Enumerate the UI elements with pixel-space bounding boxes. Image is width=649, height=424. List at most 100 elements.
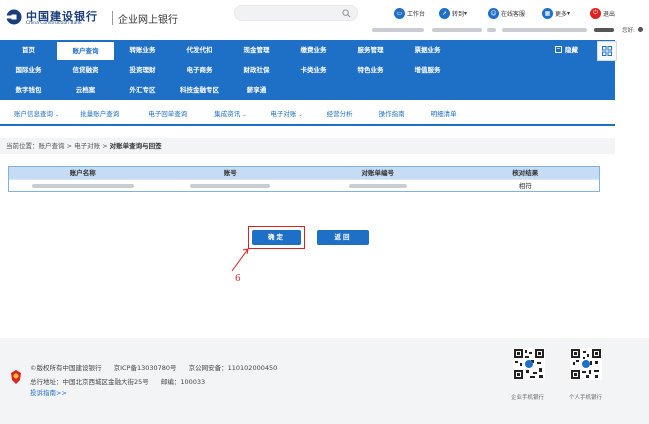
masked-text (372, 28, 424, 32)
search-input[interactable] (234, 5, 358, 21)
subnav-e-reconciliation[interactable]: 电子对账 ⌄ (270, 108, 302, 118)
collapse-label: 隐藏 (565, 46, 578, 54)
subnav-business-analysis[interactable]: 经营分析 (327, 108, 353, 118)
ccb-logo-icon (6, 9, 22, 25)
nav-row-1: 首页 账户查询 转账业务 代发代扣 现金管理 缴费业务 服务管理 票据业务 (0, 40, 456, 60)
masked-text (432, 28, 482, 32)
subnav-account-info[interactable]: 账户信息查询 ⌄ (14, 108, 59, 118)
menu-grid-button[interactable] (597, 41, 617, 61)
goto-button[interactable]: ➚ 转到 ▾ (439, 5, 467, 21)
reconciliation-table: 账户名称 账号 对账单编号 核对结果 相符 (8, 166, 600, 192)
subnav-guide[interactable]: 操作指南 (379, 108, 405, 118)
table-row[interactable]: 相符 (9, 179, 599, 191)
chevron-down-icon: ⌄ (298, 111, 303, 118)
qr-code-icon (513, 348, 545, 380)
nav-item-cards[interactable]: 卡类业务 (285, 60, 342, 80)
collapse-icon: − (555, 45, 562, 53)
copyright: ©版权所有中国建设银行 (30, 364, 102, 372)
table-header: 账户名称 账号 对账单编号 核对结果 (9, 167, 599, 179)
police-record: 京公网安备：110102000450 (188, 364, 278, 372)
online-service-button[interactable]: ☺ 在线客服 (488, 5, 525, 21)
more-button[interactable]: ▦ 更多 ▾ (542, 5, 570, 21)
nav-item-salary[interactable]: 薪享通 (228, 80, 285, 100)
nav-row-2: 国际业务 信贷融资 投资理财 电子商务 财政社保 卡类业务 特色业务 增值服务 (0, 60, 456, 80)
more-label: 更多 (555, 10, 568, 18)
header-divider (112, 11, 113, 25)
col-statement-number: 对账单编号 (361, 169, 395, 177)
footer-line-2: 总行地址：中国北京西城区金融大街25号 邮编：100033 (30, 376, 205, 386)
subnav-label: 账户信息查询 (14, 109, 53, 118)
user-info: 您好: (372, 26, 645, 34)
qr-label-personal: 个人手机银行 (569, 395, 603, 401)
subnav-label: 电子对账 (270, 109, 297, 118)
bank-name-en: China Construction Bank (26, 21, 82, 26)
chevron-down-icon: ⌄ (55, 111, 60, 118)
workbench-button[interactable]: ▭ 工作台 (394, 5, 425, 21)
sub-nav: 账户信息查询 ⌄ 批量账户查询 电子回单查询 集成资讯 ⌄ 电子对账 ⌄ 经营分析 操… (0, 101, 615, 126)
nav-item-account-query[interactable]: 账户查询 (57, 40, 114, 60)
nav-item-bill-payment[interactable]: 缴费业务 (285, 40, 342, 60)
nav-item-international[interactable]: 国际业务 (0, 60, 57, 80)
masked-text (502, 28, 587, 32)
nav-item-credit[interactable]: 信贷融资 (57, 60, 114, 80)
police-emblem-icon (11, 370, 21, 384)
search-icon[interactable] (342, 9, 351, 18)
nav-item-service-management[interactable]: 服务管理 (342, 40, 399, 60)
footer: ©版权所有中国建设银行 京ICP备13030780号 京公网安备：1101020… (0, 338, 649, 424)
nav-item-featured[interactable]: 特色业务 (342, 60, 399, 80)
nav-item-social-security[interactable]: 财政社保 (228, 60, 285, 80)
annotation-number: 6 (235, 274, 241, 284)
collapse-button[interactable]: − 隐藏 (555, 44, 578, 54)
subnav-e-receipt[interactable]: 电子回单查询 (148, 108, 187, 118)
grid-icon (602, 46, 612, 56)
footer-line-1: ©版权所有中国建设银行 京ICP备13030780号 京公网安备：1101020… (30, 362, 277, 372)
nav-item-tech-finance[interactable]: 科技金融专区 (171, 80, 228, 100)
masked-text (487, 28, 496, 32)
nav-row-3: 数字钱包 云档案 外汇专区 科技金融专区 薪享通 (0, 80, 285, 100)
qr-label-enterprise: 企业手机银行 (511, 395, 545, 401)
nav-item-home[interactable]: 首页 (0, 40, 57, 60)
subnav-detail-list[interactable]: 明细清单 (431, 108, 457, 118)
service-icon: ☺ (488, 7, 499, 19)
breadcrumb-path: 当前位置：账户查询 > 电子对账 > (6, 142, 110, 150)
more-icon: ▦ (542, 7, 553, 19)
masked-text (594, 28, 614, 32)
desk-icon: ▭ (394, 7, 405, 19)
col-account-name: 账户名称 (69, 169, 96, 177)
complaint-link[interactable]: 投诉指南>> (30, 387, 67, 397)
masked-text (348, 184, 407, 188)
power-icon: ⏻ (590, 7, 601, 19)
nav-item-forex[interactable]: 外汇专区 (114, 80, 171, 100)
nav-item-investment[interactable]: 投资理财 (114, 60, 171, 80)
account-number-cell (157, 180, 305, 191)
nav-item-transfer[interactable]: 转账业务 (114, 40, 171, 60)
product-name: 企业网上银行 (118, 15, 178, 26)
nav-item-cloud-archive[interactable]: 云档案 (57, 80, 114, 100)
nav-item-payroll[interactable]: 代发代扣 (171, 40, 228, 60)
chevron-down-icon: ▾ (464, 9, 468, 17)
account-name-cell (9, 180, 157, 191)
nav-item-cash-management[interactable]: 现金管理 (228, 40, 285, 60)
subnav-batch-query[interactable]: 批量账户查询 (80, 108, 119, 118)
goto-icon: ➚ (439, 7, 450, 19)
subnav-integrated-info[interactable]: 集成资讯 ⌄ (214, 108, 246, 118)
col-account-number: 账号 (223, 169, 237, 177)
chevron-down-icon: ▾ (567, 9, 571, 17)
logout-button[interactable]: ⏻ 退出 (590, 5, 615, 21)
subnav-label: 集成资讯 (214, 109, 241, 118)
nav-item-ecommerce[interactable]: 电子商务 (171, 60, 228, 80)
check-result-cell: 相符 (518, 182, 532, 190)
nav-item-digital-wallet[interactable]: 数字钱包 (0, 80, 57, 100)
workbench-label: 工作台 (407, 10, 426, 18)
nav-item-notes[interactable]: 票据业务 (399, 40, 456, 60)
confirm-button[interactable]: 确定 (252, 230, 301, 245)
zip-code: 邮编：100033 (160, 378, 206, 386)
nav-item-value-added[interactable]: 增值服务 (399, 60, 456, 80)
breadcrumb: 当前位置：账户查询 > 电子对账 > 对账单查询与回签 (0, 138, 615, 154)
service-label: 在线客服 (501, 10, 526, 18)
back-button[interactable]: 返回 (317, 230, 369, 245)
statement-number-cell (304, 180, 452, 191)
side-strip (615, 62, 649, 100)
main-nav: 首页 账户查询 转账业务 代发代扣 现金管理 缴费业务 服务管理 票据业务 国际… (0, 40, 615, 100)
header: 中国建设银行 China Construction Bank 企业网上银行 ▭ … (0, 0, 649, 38)
